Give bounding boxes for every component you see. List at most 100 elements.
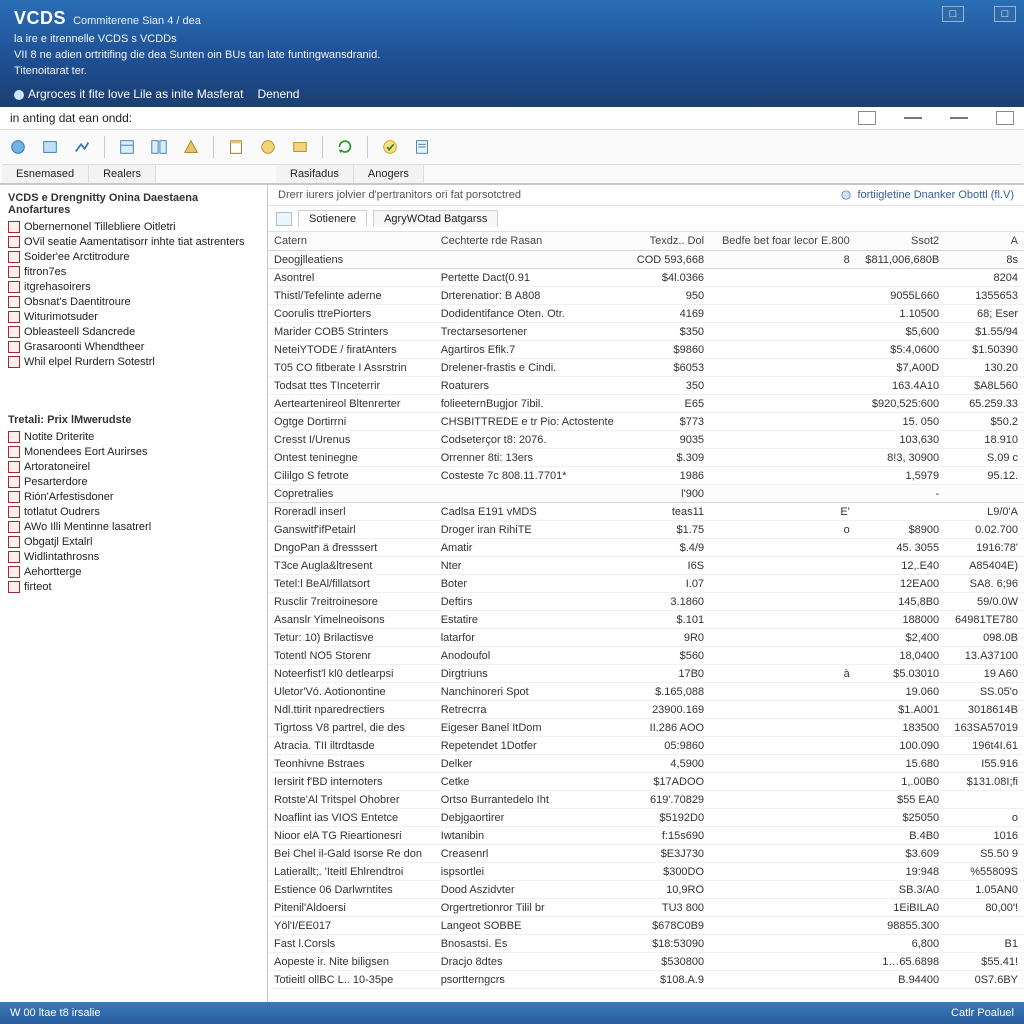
sidebar-item[interactable]: itgrehasoirers [2,279,267,294]
window-minimize-button[interactable]: □ [942,6,964,22]
table-row[interactable]: NeteiYTODE / firatAntersAgartiros Efik.7… [268,341,1024,359]
table-row[interactable]: Marider COB5 StrintersTrectarsesortener$… [268,323,1024,341]
table-row[interactable]: Estience 06 DarlwrntitesDood Aszidvter10… [268,881,1024,899]
table-row[interactable]: Noteerfist'l kl0 detlearpsiDirgtriuns17B… [268,665,1024,683]
sidebar-item[interactable]: Whil elpel Rurdern Sotestrl [2,354,267,369]
banner-link-secondary[interactable]: Denend [257,87,299,101]
sidebar-item[interactable]: Obsnat's Daentitroure [2,294,267,309]
sidebar-item[interactable]: Witurimotsuder [2,309,267,324]
sidebar-item[interactable]: Pesarterdore [2,474,267,489]
sidebar-item[interactable]: fitron7es [2,264,267,279]
toolbar-tab-2[interactable]: Rasifadus [276,165,354,183]
table-row[interactable]: Pitenil'AldoersiOrgertretionror Tilil br… [268,899,1024,917]
subheader-icon-3[interactable] [950,117,968,119]
table-row[interactable]: AsontrelPertette Dact(0.91$4l.03668204 [268,269,1024,287]
toolbar-icon-2[interactable] [38,136,62,158]
table-row[interactable]: Tigrtoss V8 partrel, die desEigeser Bane… [268,719,1024,737]
table-row[interactable]: Rotste'Al Tritspel OhobrerOrtso Burrante… [268,791,1024,809]
grid-col-5[interactable]: A [945,232,1024,251]
table-row[interactable]: Ganswitf'ifPetairlDroger iran RihiTE$1.7… [268,521,1024,539]
table-row[interactable]: Totieitl ollBC L.. 10-35pepsortterngcrs$… [268,971,1024,989]
sidebar-item-label: Widlintathrosns [24,551,99,563]
table-row[interactable]: T05 CO fitberate I AssrstrinDrelener-fra… [268,359,1024,377]
sidebar-item[interactable]: Obleasteell Sdancrede [2,324,267,339]
sidebar-item-label: itgrehasoirers [24,281,91,293]
sidebar-item[interactable]: firteot [2,579,267,594]
sidebar-item[interactable]: Obgatjl Extalrl [2,534,267,549]
toolbar-icon-12[interactable] [410,136,434,158]
table-row[interactable]: Ontest teninegneOrrenner 8ti: 13ers$.309… [268,449,1024,467]
toolbar-icon-1[interactable] [6,136,30,158]
banner-link-primary[interactable]: Argroces it fite love Lile as inite Masf… [14,87,243,101]
subtab-icon[interactable] [276,212,292,226]
sidebar-item[interactable]: Notite Driterite [2,429,267,444]
section-label: Copretralies [268,485,627,503]
toolbar-icon-6[interactable] [179,136,203,158]
toolbar-icon-10[interactable] [333,136,357,158]
subheader-icon-4[interactable] [996,111,1014,125]
table-row[interactable]: Tetur: 10) Brilactisvelatarfor9R0$2,4000… [268,629,1024,647]
toolbar-tab-1[interactable]: Realers [89,165,156,183]
table-row[interactable]: Ndl.ttirit nparedrectiersRetrecrra23900.… [268,701,1024,719]
sidebar-item[interactable]: totlatut Oudrers [2,504,267,519]
toolbar-icon-11[interactable] [378,136,402,158]
toolbar-icon-9[interactable] [288,136,312,158]
sidebar-item[interactable]: AWo Illi Mentinne lasatrerl [2,519,267,534]
table-row[interactable]: Latierallt;. 'Iteitl Ehlrendtroiispsortl… [268,863,1024,881]
table-row[interactable]: Thistl/Tefelinte aderneDrterenatior: B A… [268,287,1024,305]
table-row[interactable]: Tetel:l BeAl/fillatsortBoterI.0712EA00SA… [268,575,1024,593]
toolbar-icon-5[interactable] [147,136,171,158]
table-row[interactable]: DngoPan ä đresssertAmatir$.4/945. 305519… [268,539,1024,557]
table-row[interactable]: Ogtge DortirrniCHSBITTREDE e tr Pio: Act… [268,413,1024,431]
grid-col-3[interactable]: Bedfe bet foar lecor E.800 [710,232,856,251]
table-row[interactable]: Yöl'I/EE017Langeot SOBBE$678C0B998855.30… [268,917,1024,935]
sidebar-item[interactable]: Soider'ee Arctitrodure [2,249,267,264]
table-row[interactable]: Teonhivne BstraesDelker4,590015.680I55.9… [268,755,1024,773]
sidebar-item[interactable]: OVil seatie Aamentatisorr inhte tiat ast… [2,234,267,249]
grid-col-1[interactable]: Cechterte rde Rasan [435,232,628,251]
table-row[interactable]: Coorulis ttrePiortersDodidentifance Oten… [268,305,1024,323]
sidebar-item[interactable]: Grasaroonti Whendtheer [2,339,267,354]
toolbar-tab-3[interactable]: Anogers [354,165,424,183]
grid-col-0[interactable]: Catern [268,232,435,251]
window-maximize-button[interactable]: □ [994,6,1016,22]
sidebar-item-label: Notite Driterite [24,431,94,443]
table-row[interactable]: T3ce Augla&ltresentNterI6S12,.E40A85404E… [268,557,1024,575]
table-row[interactable]: Cresst I/UrenusCodseterçor t8: 2076.9035… [268,431,1024,449]
subtab-1[interactable]: Sotienere [298,210,367,227]
table-row[interactable]: Asanslr YimelneoisonsEstatire$.101188000… [268,611,1024,629]
table-row[interactable]: Nioor elA TG RieartionesriIwtanibinf:15s… [268,827,1024,845]
toolbar-tab-0[interactable]: Esnemased [2,165,89,183]
table-row[interactable]: Noaflint ias VIOS EntetceDebjgaortirer$5… [268,809,1024,827]
table-row[interactable]: Uletor'Vó. AotionontineNanchinoreri Spot… [268,683,1024,701]
sidebar-item[interactable]: Obernernonel Tillebliere Oitletri [2,219,267,234]
table-row[interactable]: Roreradl inserlCadlsa E191 vMDSteas11E'L… [268,503,1024,521]
table-row[interactable]: Aopeste ir. Nite biligsenDracjo 8dtes$53… [268,953,1024,971]
toolbar-icon-3[interactable] [70,136,94,158]
table-row[interactable]: Cililgo S fetroteCosteste 7c 808.11.7701… [268,467,1024,485]
toolbar-icon-8[interactable] [256,136,280,158]
toolbar-icon-7[interactable] [224,136,248,158]
subtab-2[interactable]: AgryWOtad Batgarss [373,210,498,227]
toolbar-icon-4[interactable] [115,136,139,158]
grid-col-2[interactable]: Texdz.. Dol [627,232,710,251]
table-row[interactable]: Iersirit f'BD internotersCetke$17ADOO1,.… [268,773,1024,791]
sidebar-item[interactable]: Rión'Arfestisdoner [2,489,267,504]
sidebar-item-label: Artoratoneirel [24,461,90,473]
sidebar-item[interactable]: Artoratoneirel [2,459,267,474]
sidebar-item[interactable]: Widlintathrosns [2,549,267,564]
sidebar-item[interactable]: Aehortterge [2,564,267,579]
grid-col-4[interactable]: Ssot2 [856,232,945,251]
table-row[interactable]: Todsat ttes TInceterrirRoaturers350163.4… [268,377,1024,395]
table-row[interactable]: Totentl NO5 StorenrAnodoufol$56018,04001… [268,647,1024,665]
table-row[interactable]: Bei Chel il-Gald Isorse Re donCreasenrl$… [268,845,1024,863]
table-row[interactable]: Atracia. TII iltrdtasdeRepetendet 1Dotfe… [268,737,1024,755]
subheader-icon-1[interactable] [858,111,876,125]
subheader-icon-2[interactable] [904,117,922,119]
table-row[interactable]: Rusclir 7reitroinesoreDeftirs3.1860145,8… [268,593,1024,611]
content-header-left: Drerr iurers jolvier d'pertranitors ori … [278,189,521,201]
table-row[interactable]: Aerteartenireol BltenrerterfolieeternBug… [268,395,1024,413]
table-row[interactable]: Fast l.CorslsBnosastsi. Es$18:530906,800… [268,935,1024,953]
sidebar-item[interactable]: Monendees Eort Aurirses [2,444,267,459]
content-header-right[interactable]: fortiigletine Dnanker Obottl (fl.V) [839,188,1014,202]
